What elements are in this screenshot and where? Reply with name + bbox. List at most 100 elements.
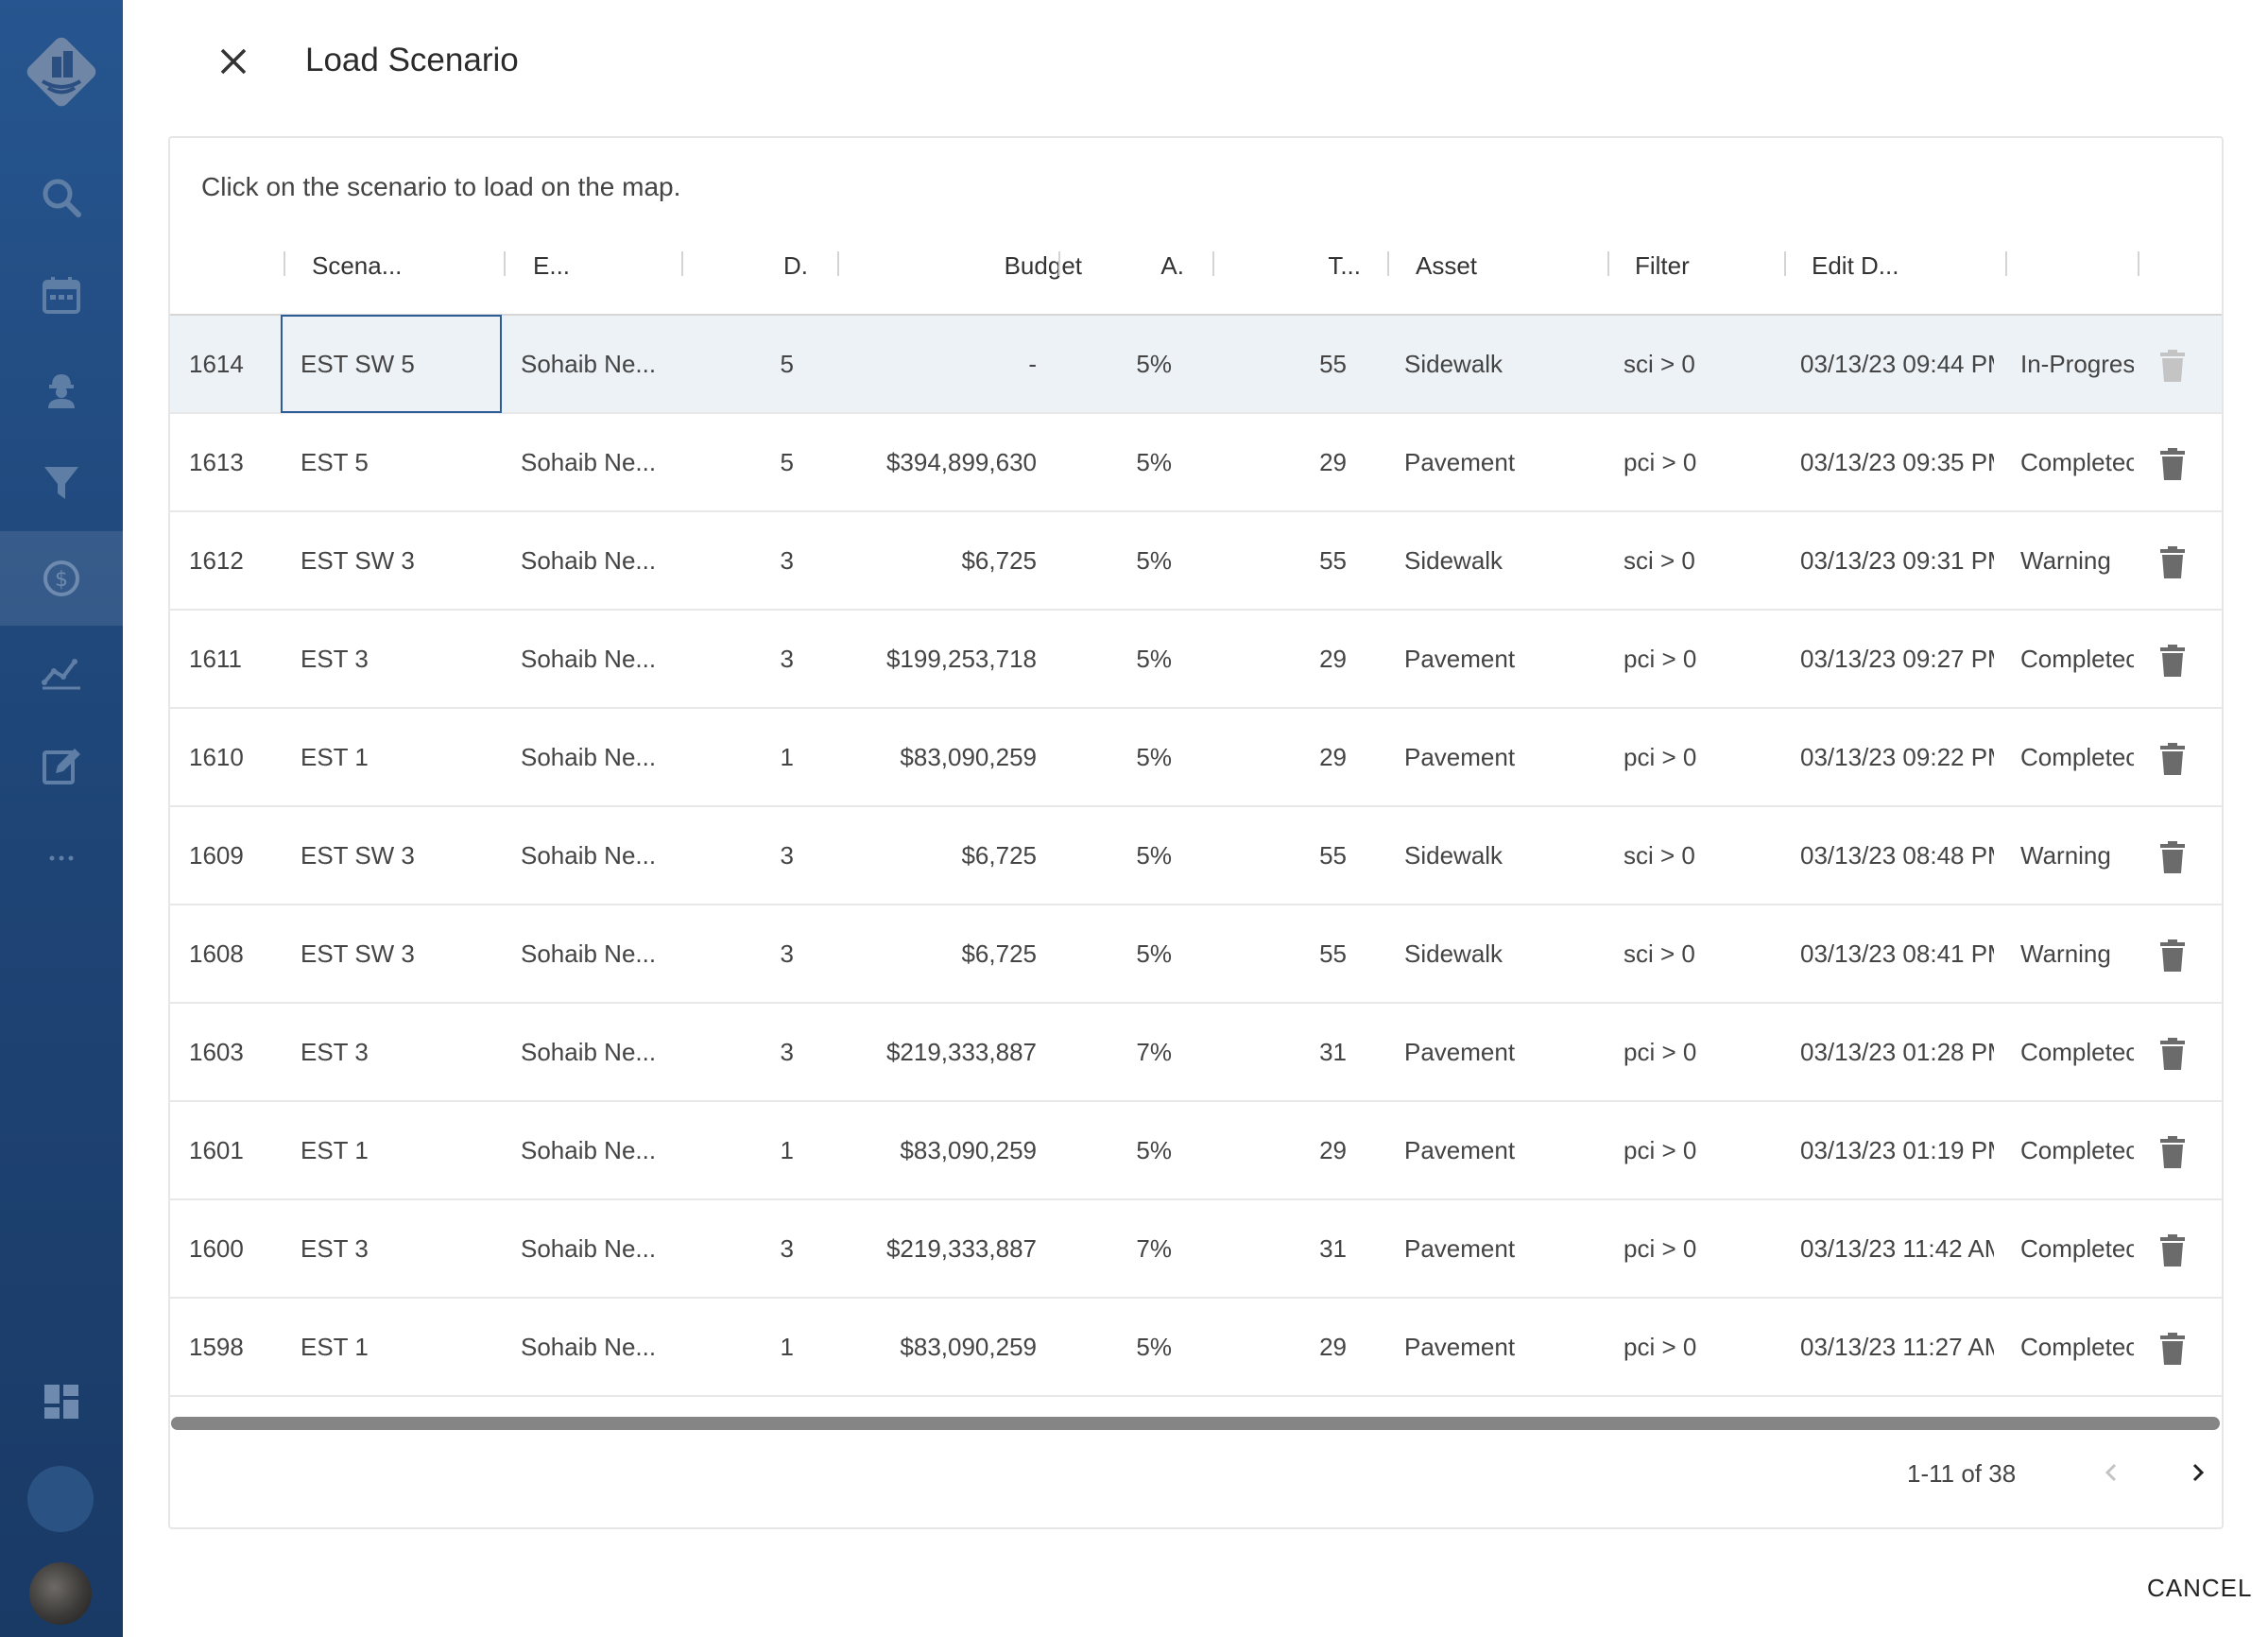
column-separator[interactable] [2138, 251, 2139, 276]
table-row[interactable]: 1611 EST 3 Sohaib Ne... 3 $199,253,718 5% 29 Pa… [170, 611, 2222, 709]
cell-budget: $83,090,259 [900, 1136, 1037, 1164]
cell-a: 7% [1136, 1038, 1172, 1066]
sidebar-item-calendar[interactable] [0, 250, 123, 340]
table-body: 1614 EST SW 5 Sohaib Ne... 5 - 5% 55 Sidewalk sc… [170, 315, 2222, 1397]
table-row[interactable]: 1609 EST SW 3 Sohaib Ne... 3 $6,725 5% 55 Sidew… [170, 807, 2222, 905]
column-header-editor[interactable]: E... [533, 225, 570, 316]
column-separator[interactable] [1607, 251, 1609, 276]
cell-edit-date: 03/13/23 11:42 AM [1800, 1234, 1994, 1263]
cell-d: 3 [780, 645, 794, 673]
cell-t: 55 [1319, 939, 1347, 968]
cell-a: 5% [1136, 939, 1172, 968]
column-separator[interactable] [1784, 251, 1786, 276]
cell-t: 29 [1319, 448, 1347, 476]
next-page-button[interactable] [2175, 1451, 2219, 1494]
cell-a: 5% [1136, 546, 1172, 575]
sidebar-item-dashboard[interactable] [0, 1356, 123, 1447]
cell-filter: pci > 0 [1624, 1234, 1697, 1263]
column-separator[interactable] [1387, 251, 1389, 276]
column-header-asset[interactable]: Asset [1416, 225, 1477, 316]
table-row[interactable]: 1613 EST 5 Sohaib Ne... 5 $394,899,630 5% 29 Pa… [170, 414, 2222, 512]
cell-budget: $394,899,630 [885, 448, 1037, 476]
column-header-a[interactable]: A. [1115, 225, 1184, 316]
cell-id: 1598 [189, 1333, 244, 1361]
delete-icon[interactable] [2159, 350, 2186, 382]
table-row[interactable]: 1598 EST 1 Sohaib Ne... 1 $83,090,259 5% 29 Pav… [170, 1299, 2222, 1397]
cell-t: 29 [1319, 743, 1347, 771]
sidebar-item-more[interactable] [0, 813, 123, 904]
column-header-filter[interactable]: Filter [1635, 225, 1690, 316]
table-row[interactable]: 1601 EST 1 Sohaib Ne... 1 $83,090,259 5% 29 Pav… [170, 1102, 2222, 1200]
cell-scenario: EST SW 3 [301, 841, 415, 870]
cell-status: Completec [2020, 1234, 2134, 1263]
delete-icon[interactable] [2159, 1333, 2186, 1365]
edit-icon [43, 749, 80, 784]
column-header-scenario[interactable]: Scena... [312, 225, 402, 316]
delete-icon[interactable] [2159, 1038, 2186, 1070]
scrollbar-thumb[interactable] [171, 1417, 2220, 1430]
table-row[interactable]: 1608 EST SW 3 Sohaib Ne... 3 $6,725 5% 55 Sidew… [170, 905, 2222, 1004]
sidebar-item-analytics[interactable] [0, 626, 123, 716]
close-button[interactable] [210, 38, 257, 85]
sidebar-item-filter[interactable] [0, 437, 123, 527]
column-header-d[interactable]: D. [737, 225, 808, 316]
table-row[interactable]: 1610 EST 1 Sohaib Ne... 1 $83,090,259 5% 29 Pav… [170, 709, 2222, 807]
cell-asset: Sidewalk [1404, 939, 1503, 968]
cell-t: 31 [1319, 1038, 1347, 1066]
cell-id: 1608 [189, 939, 244, 968]
column-header-t[interactable]: T... [1266, 225, 1361, 316]
column-separator[interactable] [284, 251, 285, 276]
cell-scenario: EST SW 5 [301, 350, 415, 378]
cell-d: 5 [780, 350, 794, 378]
column-separator[interactable] [1058, 251, 1060, 276]
delete-icon[interactable] [2159, 939, 2186, 972]
column-separator[interactable] [837, 251, 839, 276]
cell-edit-date: 03/13/23 01:28 PM [1800, 1038, 1994, 1066]
cell-filter: pci > 0 [1624, 743, 1697, 771]
cell-edit-date: 03/13/23 08:48 PM [1800, 841, 1994, 870]
cell-filter: sci > 0 [1624, 546, 1695, 575]
cell-asset: Sidewalk [1404, 350, 1503, 378]
delete-icon[interactable] [2159, 448, 2186, 480]
cell-filter: pci > 0 [1624, 448, 1697, 476]
sidebar-item-worker[interactable] [0, 344, 123, 435]
cancel-button[interactable]: CANCEL [2147, 1574, 2252, 1603]
avatar[interactable] [29, 1562, 92, 1625]
cell-d: 1 [780, 1333, 794, 1361]
dashboard-icon [44, 1385, 78, 1419]
cell-a: 5% [1136, 841, 1172, 870]
sidebar-item-search[interactable] [0, 152, 123, 243]
table-row[interactable]: 1614 EST SW 5 Sohaib Ne... 5 - 5% 55 Sidewalk sc… [170, 315, 2222, 414]
delete-icon[interactable] [2159, 645, 2186, 677]
cell-editor: Sohaib Ne... [521, 1234, 657, 1263]
column-header-budget[interactable]: Budget [888, 225, 1082, 316]
column-separator[interactable] [504, 251, 506, 276]
column-separator[interactable] [2005, 251, 2007, 276]
delete-icon[interactable] [2159, 841, 2186, 873]
notification-placeholder[interactable] [27, 1466, 94, 1532]
horizontal-scrollbar[interactable] [171, 1417, 2220, 1430]
cell-id: 1612 [189, 546, 244, 575]
cell-asset: Pavement [1404, 743, 1516, 771]
table-row[interactable]: 1600 EST 3 Sohaib Ne... 3 $219,333,887 7% 31 Pa… [170, 1200, 2222, 1299]
delete-icon[interactable] [2159, 1234, 2186, 1267]
column-separator[interactable] [1212, 251, 1214, 276]
delete-icon[interactable] [2159, 1136, 2186, 1168]
cell-budget: $6,725 [961, 841, 1037, 870]
cell-a: 7% [1136, 1234, 1172, 1263]
table-row[interactable]: 1612 EST SW 3 Sohaib Ne... 3 $6,725 5% 55 Sidew… [170, 512, 2222, 611]
delete-icon[interactable] [2159, 546, 2186, 578]
sidebar-item-budget[interactable]: $ [0, 531, 123, 626]
previous-page-button[interactable] [2090, 1451, 2134, 1494]
instruction-text: Click on the scenario to load on the map… [201, 172, 681, 201]
cell-id: 1603 [189, 1038, 244, 1066]
city-logo-icon[interactable] [22, 32, 101, 112]
table-row[interactable]: 1603 EST 3 Sohaib Ne... 3 $219,333,887 7% 31 Pa… [170, 1004, 2222, 1102]
delete-icon[interactable] [2159, 743, 2186, 775]
column-header-edit-date[interactable]: Edit D... [1812, 225, 1899, 316]
sidebar-item-edit[interactable] [0, 720, 123, 811]
column-separator[interactable] [681, 251, 683, 276]
cell-status: Warning [2020, 841, 2111, 870]
analytics-icon [42, 659, 80, 690]
cell-id: 1611 [189, 645, 242, 673]
